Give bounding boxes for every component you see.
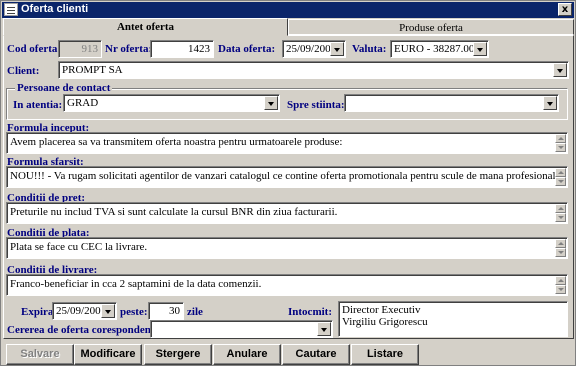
client-select[interactable]: PROMPT SA	[58, 61, 569, 79]
scrollbar[interactable]	[555, 168, 566, 186]
valuta-label: Valuta:	[352, 43, 387, 55]
data-oferta-value: 25/09/2003	[286, 43, 337, 55]
formula-sfarsit-field[interactable]: NOU!!! - Va rugam solicitati agentilor d…	[6, 166, 568, 188]
listare-button[interactable]: Listare	[351, 344, 419, 365]
chevron-down-icon[interactable]	[317, 322, 331, 336]
intocmit-label: Intocmit:	[288, 306, 332, 318]
scrollbar[interactable]	[555, 276, 566, 294]
window: Oferta clienti x Antet oferta Produse of…	[0, 0, 576, 366]
scroll-up-icon[interactable]	[555, 134, 566, 143]
close-button[interactable]: x	[558, 3, 572, 16]
tab-produse-oferta[interactable]: Produse oferta	[288, 19, 574, 35]
conditii-livrare-field[interactable]: Franco-beneficiar in cca 2 saptamini de …	[6, 274, 568, 296]
title-bar: Oferta clienti x	[2, 2, 574, 18]
scrollbar[interactable]	[555, 134, 566, 152]
intocmit-line-1: Director Executiv	[342, 304, 421, 316]
scroll-down-icon[interactable]	[555, 213, 566, 222]
chevron-down-icon[interactable]	[473, 42, 487, 56]
anulare-button[interactable]: Anulare	[213, 344, 281, 365]
salvare-button[interactable]: Salvare	[6, 344, 74, 365]
modificare-button[interactable]: Modificare	[74, 344, 142, 365]
formula-inceput-field[interactable]: Avem placerea sa va transmitem oferta no…	[6, 132, 568, 154]
zile-label: zile	[187, 306, 203, 318]
cod-oferta-field: 913	[58, 40, 102, 58]
scroll-up-icon[interactable]	[555, 276, 566, 285]
spre-stiinta-select[interactable]	[344, 94, 559, 112]
valuta-select[interactable]: EURO - 38287.00	[390, 40, 489, 58]
cerere-select[interactable]	[150, 320, 333, 338]
chevron-down-icon[interactable]	[264, 96, 278, 110]
peste-label: peste:	[120, 306, 148, 318]
chevron-down-icon[interactable]	[330, 42, 344, 56]
conditii-livrare-text: Franco-beneficiar in cca 2 saptamini de …	[10, 278, 262, 290]
scroll-down-icon[interactable]	[555, 177, 566, 186]
conditii-pret-field[interactable]: Preturile nu includ TVA si sunt calculat…	[6, 202, 568, 224]
app-icon	[4, 3, 18, 16]
cerere-label: Cererea de oferta corespondenta:	[7, 324, 164, 336]
tab-antet-oferta[interactable]: Antet oferta	[3, 18, 288, 36]
formula-inceput-text: Avem placerea sa va transmitem oferta no…	[10, 136, 343, 148]
scrollbar[interactable]	[555, 239, 566, 257]
peste-field[interactable]: 30	[148, 302, 184, 320]
data-oferta-picker[interactable]: 25/09/2003	[282, 40, 346, 58]
cautare-button[interactable]: Cautare	[282, 344, 350, 365]
client-label: Client:	[7, 65, 40, 77]
nr-oferta-field[interactable]: 1423	[150, 40, 214, 58]
formula-sfarsit-text: NOU!!! - Va rugam solicitati agentilor d…	[10, 170, 561, 182]
scroll-down-icon[interactable]	[555, 285, 566, 294]
conditii-plata-text: Plata se face cu CEC la livrare.	[10, 241, 148, 253]
expira-value: 25/09/2003	[56, 305, 107, 317]
scroll-up-icon[interactable]	[555, 168, 566, 177]
chevron-down-icon[interactable]	[553, 63, 567, 77]
chevron-down-icon[interactable]	[101, 304, 115, 318]
in-atentia-select[interactable]: GRAD	[63, 94, 280, 112]
conditii-pret-text: Preturile nu includ TVA si sunt calculat…	[10, 206, 338, 218]
conditii-plata-field[interactable]: Plata se face cu CEC la livrare.	[6, 237, 568, 259]
intocmit-line-2: Virgiliu Grigorescu	[342, 316, 428, 328]
chevron-down-icon[interactable]	[543, 96, 557, 110]
stergere-button[interactable]: Stergere	[144, 344, 212, 365]
in-atentia-label: In atentia:	[13, 99, 63, 111]
scroll-down-icon[interactable]	[555, 248, 566, 257]
client-value: PROMPT SA	[62, 64, 123, 76]
scrollbar[interactable]	[555, 204, 566, 222]
expira-picker[interactable]: 25/09/2003	[52, 302, 117, 320]
spre-stiinta-label: Spre stiinta:	[287, 99, 345, 111]
scroll-up-icon[interactable]	[555, 239, 566, 248]
nr-oferta-label: Nr oferta:	[105, 43, 153, 55]
cod-oferta-label: Cod oferta:	[7, 43, 62, 55]
in-atentia-value: GRAD	[67, 97, 99, 109]
intocmit-field[interactable]: Director Executiv Virgiliu Grigorescu	[338, 301, 568, 337]
valuta-value: EURO - 38287.00	[394, 43, 475, 55]
window-title: Oferta clienti	[21, 3, 89, 15]
contact-group-title: Persoane de contact	[15, 82, 113, 94]
data-oferta-label: Data oferta:	[218, 43, 276, 55]
scroll-up-icon[interactable]	[555, 204, 566, 213]
scroll-down-icon[interactable]	[555, 143, 566, 152]
